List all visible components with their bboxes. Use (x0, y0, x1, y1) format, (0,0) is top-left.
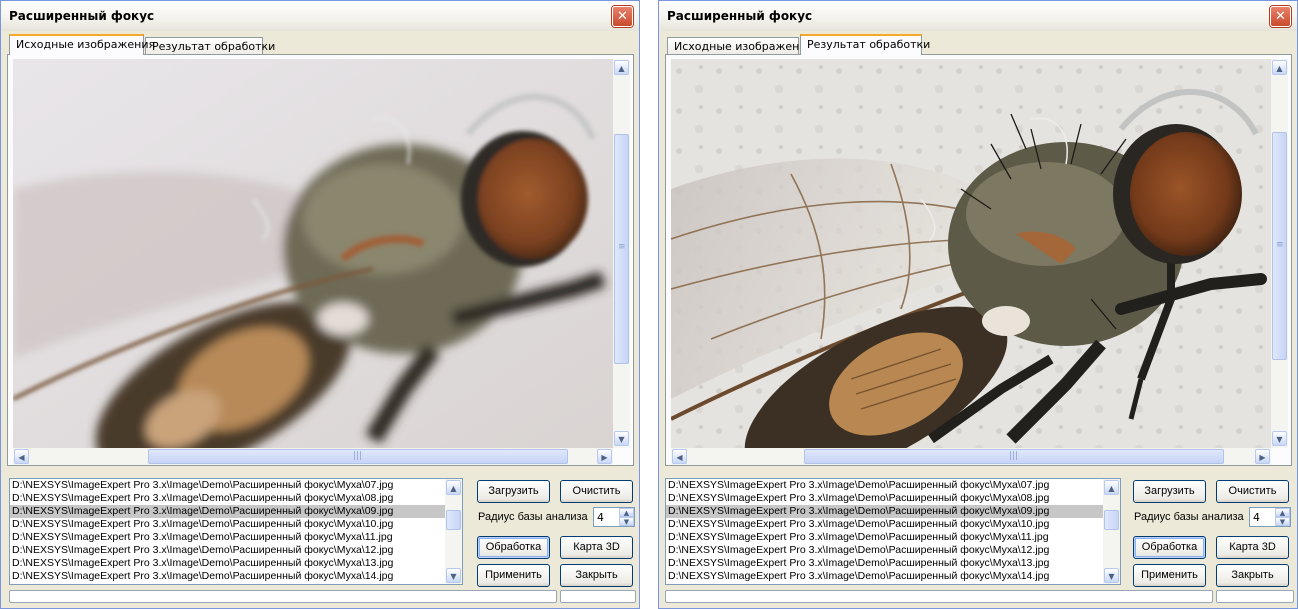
list-item[interactable]: D:\NEXSYS\ImageExpert Pro 3.x\Image\Demo… (666, 492, 1120, 505)
scroll-thumb[interactable]: ≡ (1272, 132, 1287, 360)
horizontal-scrollbar[interactable]: ◀ ||| ▶ (13, 448, 613, 465)
clear-button[interactable]: Очистить (1216, 480, 1289, 503)
arrow-down-icon[interactable]: ▼ (614, 431, 629, 446)
process-button[interactable]: Обработка (477, 536, 550, 559)
grip-icon: ≡ (618, 242, 626, 252)
list-item[interactable]: D:\NEXSYS\ImageExpert Pro 3.x\Image\Demo… (666, 570, 1120, 583)
progress-bar (665, 590, 1213, 603)
title-bar[interactable]: Расширенный фокус ✕ (1, 1, 639, 31)
list-item[interactable]: D:\NEXSYS\ImageExpert Pro 3.x\Image\Demo… (666, 518, 1120, 531)
close-button[interactable]: Закрыть (1216, 564, 1289, 587)
list-item[interactable]: D:\NEXSYS\ImageExpert Pro 3.x\Image\Demo… (10, 518, 462, 531)
list-item-selected[interactable]: D:\NEXSYS\ImageExpert Pro 3.x\Image\Demo… (666, 505, 1120, 518)
list-item[interactable]: D:\NEXSYS\ImageExpert Pro 3.x\Image\Demo… (666, 544, 1120, 557)
scroll-thumb[interactable] (1104, 510, 1119, 530)
horizontal-scrollbar[interactable]: ◀ ||| ▶ (671, 448, 1271, 465)
radius-value[interactable]: 4 (1253, 511, 1260, 524)
grip-icon: ||| (1009, 451, 1019, 461)
arrow-right-icon[interactable]: ▶ (1255, 449, 1270, 464)
title-bar[interactable]: Расширенный фокус ✕ (659, 1, 1297, 31)
progress-bar (9, 590, 557, 603)
status-panel (1216, 590, 1294, 603)
tab-source-images[interactable]: Исходные изображения (667, 37, 813, 55)
file-list[interactable]: D:\NEXSYS\ImageExpert Pro 3.x\Image\Demo… (665, 478, 1121, 585)
list-item[interactable]: D:\NEXSYS\ImageExpert Pro 3.x\Image\Demo… (10, 557, 462, 570)
tab-result[interactable]: Результат обработки (800, 34, 930, 55)
close-button[interactable]: Закрыть (560, 564, 633, 587)
arrow-down-icon[interactable]: ▼ (1272, 431, 1287, 446)
file-list[interactable]: D:\NEXSYS\ImageExpert Pro 3.x\Image\Demo… (9, 478, 463, 585)
list-item[interactable]: D:\NEXSYS\ImageExpert Pro 3.x\Image\Demo… (666, 557, 1120, 570)
list-item[interactable]: D:\NEXSYS\ImageExpert Pro 3.x\Image\Demo… (10, 531, 462, 544)
list-item-selected[interactable]: D:\NEXSYS\ImageExpert Pro 3.x\Image\Demo… (10, 505, 462, 518)
clear-button[interactable]: Очистить (560, 480, 633, 503)
fly-image-blurred (13, 59, 613, 448)
arrow-left-icon[interactable]: ◀ (14, 449, 29, 464)
radius-label: Радиус базы анализа (478, 511, 588, 523)
window-title: Расширенный фокус (667, 9, 813, 23)
scroll-thumb[interactable]: ||| (804, 449, 1224, 464)
status-panel (560, 590, 636, 603)
arrow-down-icon[interactable]: ▼ (1104, 568, 1119, 583)
image-viewer[interactable] (671, 59, 1271, 448)
radius-value[interactable]: 4 (597, 511, 604, 524)
focus-window-result: Расширенный фокус ✕ Исходные изображения… (658, 0, 1298, 609)
close-icon[interactable]: ✕ (612, 6, 633, 27)
grip-icon: ||| (353, 451, 363, 461)
image-viewer[interactable] (13, 59, 613, 448)
arrow-left-icon[interactable]: ◀ (672, 449, 687, 464)
arrow-up-icon[interactable]: ▲ (1104, 480, 1119, 495)
focus-window-source: Расширенный фокус ✕ Исходные изображения… (0, 0, 640, 609)
apply-button[interactable]: Применить (1133, 564, 1206, 587)
arrow-up-icon[interactable]: ▲ (1275, 508, 1290, 517)
scroll-thumb[interactable]: ≡ (614, 134, 629, 364)
arrow-up-icon[interactable]: ▲ (614, 60, 629, 75)
radius-label: Радиус базы анализа (1134, 511, 1244, 523)
list-item[interactable]: D:\NEXSYS\ImageExpert Pro 3.x\Image\Demo… (10, 544, 462, 557)
list-item[interactable]: D:\NEXSYS\ImageExpert Pro 3.x\Image\Demo… (666, 479, 1120, 492)
radius-spinner[interactable]: 4 ▲ ▼ (1249, 507, 1291, 527)
fly-image-sharp (671, 59, 1271, 448)
arrow-up-icon[interactable]: ▲ (446, 480, 461, 495)
arrow-down-icon[interactable]: ▼ (446, 568, 461, 583)
map-3d-button[interactable]: Карта 3D (1216, 536, 1289, 559)
arrow-up-icon[interactable]: ▲ (1272, 60, 1287, 75)
scroll-thumb[interactable] (446, 510, 461, 530)
scroll-thumb[interactable]: ||| (148, 449, 568, 464)
vertical-scrollbar[interactable]: ▲ ≡ ▼ (1271, 59, 1288, 448)
arrow-down-icon[interactable]: ▼ (1275, 517, 1290, 526)
apply-button[interactable]: Применить (477, 564, 550, 587)
list-scrollbar[interactable]: ▲ ▼ (445, 479, 462, 584)
arrow-right-icon[interactable]: ▶ (597, 449, 612, 464)
window-title: Расширенный фокус (9, 9, 155, 23)
arrow-down-icon[interactable]: ▼ (619, 517, 634, 526)
list-scrollbar[interactable]: ▲ ▼ (1103, 479, 1120, 584)
radius-spinner[interactable]: 4 ▲ ▼ (593, 507, 635, 527)
close-icon[interactable]: ✕ (1270, 6, 1291, 27)
list-item[interactable]: D:\NEXSYS\ImageExpert Pro 3.x\Image\Demo… (666, 531, 1120, 544)
map-3d-button[interactable]: Карта 3D (560, 536, 633, 559)
load-button[interactable]: Загрузить (1133, 480, 1206, 503)
tab-result[interactable]: Результат обработки (145, 37, 275, 55)
tab-source-images[interactable]: Исходные изображения (9, 34, 155, 55)
vertical-scrollbar[interactable]: ▲ ≡ ▼ (613, 59, 630, 448)
load-button[interactable]: Загрузить (477, 480, 550, 503)
list-item[interactable]: D:\NEXSYS\ImageExpert Pro 3.x\Image\Demo… (10, 479, 462, 492)
arrow-up-icon[interactable]: ▲ (619, 508, 634, 517)
list-item[interactable]: D:\NEXSYS\ImageExpert Pro 3.x\Image\Demo… (10, 492, 462, 505)
list-item[interactable]: D:\NEXSYS\ImageExpert Pro 3.x\Image\Demo… (10, 570, 462, 583)
grip-icon: ≡ (1276, 240, 1284, 250)
process-button[interactable]: Обработка (1133, 536, 1206, 559)
